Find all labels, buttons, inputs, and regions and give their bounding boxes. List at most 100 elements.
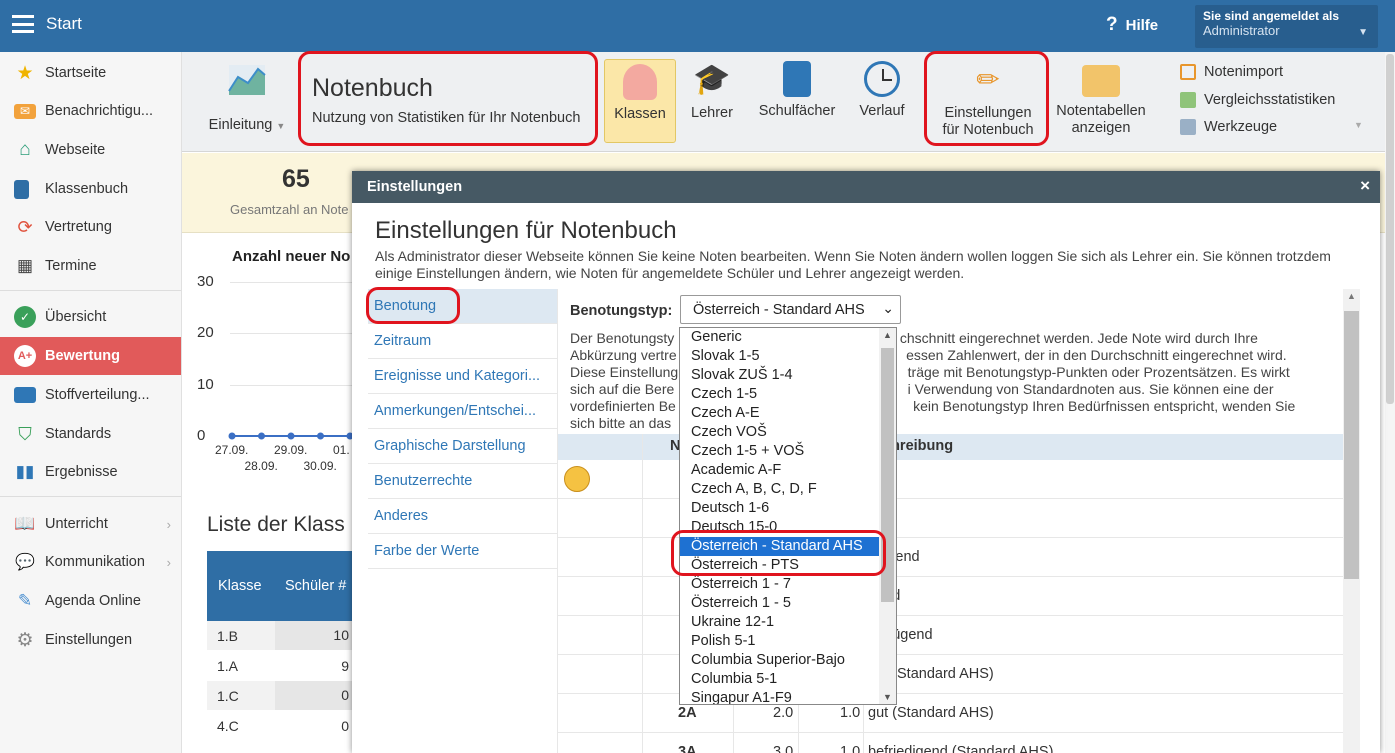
scroll-up-icon[interactable]: ▲ [1347,291,1356,301]
dialog-scrollbar[interactable]: ▲ [1343,289,1360,753]
dropdown-option[interactable]: Columbia 5-1 [680,670,879,689]
history-label: Verlauf [859,103,905,119]
table-row[interactable]: 3A 3.0 1.0 befriedigend (Standard AHS) [558,733,1343,753]
nav-zeitraum[interactable]: Zeitraum [368,324,557,359]
cell-desc: gut (Standard AHS) [868,705,994,721]
dropdown-option[interactable]: Slovak ZUŠ 1-4 [680,366,879,385]
tools-label: Werkzeuge [1204,119,1278,135]
dropdown-scrollbar[interactable]: ▲ ▼ [879,328,896,704]
comparison-stats-link[interactable]: Vergleichsstatistiken [1180,92,1335,108]
nav-farbe-der-werte[interactable]: Farbe der Werte [368,534,557,569]
cell-weight: 1.0 [840,744,861,753]
nav-anderes[interactable]: Anderes [368,499,557,534]
dropdown-option[interactable]: Polish 5-1 [680,632,879,651]
grade-import-link[interactable]: Notenimport [1180,64,1283,80]
cell-class: 1.C [217,687,239,704]
history-button[interactable]: Verlauf [855,57,909,145]
dropdown-option[interactable]: Czech 1-5 [680,385,879,404]
table-row[interactable]: 2A 2.0 1.0 gut (Standard AHS) [558,694,1343,733]
x-tick-label: 01. [333,443,350,457]
grade-type-value: Österreich - Standard AHS [693,302,865,318]
dropdown-option[interactable]: Czech A-E [680,404,879,423]
table-row[interactable]: gut (Standard AHS) [558,655,1343,694]
notebook-icon [783,61,811,97]
dropdown-option[interactable]: Academic A-F [680,461,879,480]
page-scrollbar[interactable] [1385,52,1395,753]
nav-anmerkungen[interactable]: Anmerkungen/Entschei... [368,394,557,429]
nav-benutzerrechte[interactable]: Benutzerrechte [368,464,557,499]
col-schueler[interactable]: Schüler # [277,578,353,594]
dropdown-option[interactable]: Czech VOŠ [680,423,879,442]
table-row[interactable]: 1.A 9 [207,651,353,681]
class-list-title: Liste der Klass [207,513,345,536]
sidebar-item-kommunikation[interactable]: 💬 Kommunikation › [0,543,181,581]
sidebar-item-einstellungen[interactable]: ⚙ Einstellungen [0,621,181,659]
sidebar-item-label: Einstellungen [45,632,133,648]
sidebar-divider [0,496,181,497]
class-table-header: Klasse Schüler # [207,551,353,621]
scroll-down-icon[interactable]: ▼ [883,692,892,702]
sidebar-item-label: Agenda Online [45,593,141,609]
bar-chart-icon [1180,92,1196,108]
dropdown-option[interactable]: Slovak 1-5 [680,347,879,366]
dropdown-option[interactable]: Czech 1-5 + VOŠ [680,442,879,461]
teachers-button[interactable]: 🎓 Lehrer [687,57,737,145]
settings-nav: Benotung Zeitraum Ereignisse und Kategor… [368,289,557,569]
table-row[interactable]: gend [558,577,1343,616]
close-icon[interactable]: × [1360,176,1370,196]
cell-desc: befriedigend (Standard AHS) [868,744,1054,753]
dropdown-option[interactable]: Ukraine 12-1 [680,613,879,632]
scroll-up-icon[interactable]: ▲ [883,330,892,340]
compare-label: Vergleichsstatistiken [1204,92,1336,108]
help-button[interactable]: ? Hilfe [1106,14,1158,36]
cell-class: 4.C [217,717,239,734]
import-icon [1180,64,1196,80]
dialog-header: Einstellungen × [352,171,1380,203]
sidebar-item-agenda-online[interactable]: ✎ Agenda Online [0,582,181,620]
cell-class: 1.A [217,657,239,674]
table-row[interactable]: genügend [558,616,1343,655]
dropdown-option[interactable]: Generic [680,328,879,347]
subjects-button[interactable]: Schulfächer [755,57,839,145]
grade-type-select[interactable]: Österreich - Standard AHS ⌄ [680,295,901,324]
subjects-label: Schulfächer [758,103,836,119]
ribbon-expand-icon[interactable]: ▼ [1354,120,1363,130]
x-tick-label: 27.09. [215,443,249,457]
nav-graphische-darstellung[interactable]: Graphische Darstellung [368,429,557,464]
nav-ereignisse[interactable]: Ereignisse und Kategori... [368,359,557,394]
dialog-header-title: Einstellungen [367,179,463,195]
tools-menu[interactable]: Werkzeuge [1180,119,1277,135]
chevron-right-icon: › [166,516,171,532]
sidebar-item-unterricht[interactable]: 📖 Unterricht › [0,505,181,543]
dropdown-option[interactable]: Österreich 1 - 7 [680,575,879,594]
classes-button[interactable]: Klassen [604,59,676,143]
dialog-title: Einstellungen für Notenbuch [375,217,677,244]
x-tick-label: 29.09. [274,443,308,457]
table-row[interactable]: 4.C 0 [207,711,353,741]
folder-search-icon [1082,65,1120,97]
table-row[interactable]: 1.C 0 [207,681,353,711]
col-klasse[interactable]: Klasse [207,578,277,594]
dropdown-option[interactable]: Singapur A1-F9 [680,689,879,704]
cell-count: 0 [275,681,353,710]
chevron-right-icon: › [166,554,171,570]
dropdown-option[interactable]: Österreich 1 - 5 [680,594,879,613]
tools-icon [1180,119,1196,135]
login-dropdown[interactable]: Sie sind angemeldet als Administrator ▼ [1195,5,1378,48]
dropdown-option[interactable]: Columbia Superior-Bajo [680,651,879,670]
dropdown-option[interactable]: Czech A, B, C, D, F [680,480,879,499]
tables-line1: Notentabellen [1056,103,1146,119]
grade-type-dropdown-list[interactable]: Generic Slovak 1-5 Slovak ZUŠ 1-4 Czech 1-5… [679,327,897,705]
table-row[interactable]: 1.B 10 [207,621,353,651]
dropdown-option[interactable]: Deutsch 1-6 [680,499,879,518]
dialog-scrollbar-thumb[interactable] [1344,311,1359,579]
grade-tables-button[interactable]: Notentabellen anzeigen [1052,57,1150,145]
help-label: Hilfe [1125,17,1159,34]
classes-label: Klassen [614,106,666,122]
students-icon [623,64,657,100]
sidebar-item-label: Kommunikation [45,554,145,570]
chevron-down-icon: ⌄ [882,300,894,316]
page-scrollbar-thumb[interactable] [1386,54,1394,404]
dialog-description: Als Administrator dieser Webseite können… [375,248,1331,281]
table-row[interactable]: gut [558,460,1343,499]
